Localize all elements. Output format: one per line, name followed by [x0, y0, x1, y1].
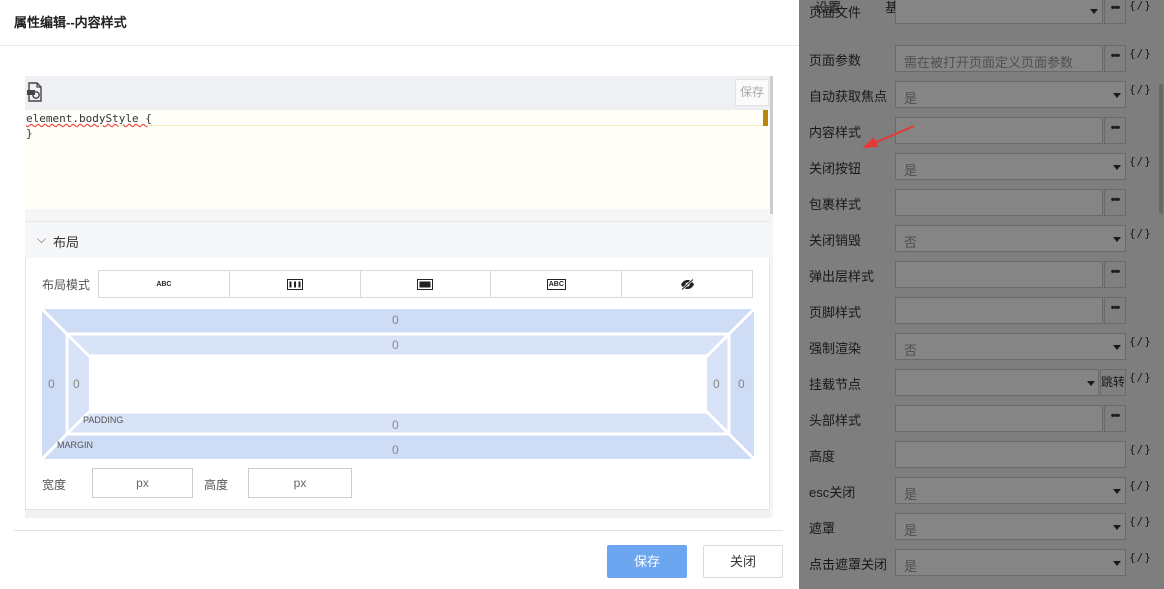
code-editor[interactable]: element.bodyStyle { }: [25, 109, 770, 209]
layout-section-header[interactable]: ⌵ 布局: [25, 221, 770, 258]
css-file-icon[interactable]: [27, 82, 43, 102]
padding-right-value[interactable]: 0: [713, 377, 720, 391]
mode-columns-button[interactable]: [230, 271, 361, 297]
layout-mode-label: 布局模式: [42, 278, 91, 292]
layout-mode-group: ABC ABC: [98, 270, 753, 298]
close-button[interactable]: 关闭: [703, 545, 783, 578]
code-line-1: element.bodyStyle {: [26, 112, 152, 125]
next-section-edge: [25, 509, 770, 518]
mode-inline-block-button[interactable]: ABC: [491, 271, 623, 297]
editor-toolbar: 保存: [25, 76, 773, 109]
mode-inline-button[interactable]: ABC: [99, 271, 230, 297]
box-model-diagram: [42, 309, 754, 459]
inline-mode-icon: ABC: [156, 280, 172, 288]
modal-overlay: [799, 0, 1164, 589]
height-input[interactable]: px: [248, 468, 352, 498]
width-label: 宽度: [42, 478, 67, 492]
columns-mode-icon: [286, 278, 303, 290]
width-input[interactable]: px: [92, 468, 193, 498]
margin-label: MARGIN: [57, 440, 93, 450]
title-divider: [0, 45, 799, 46]
layout-section-body: 布局模式 ABC ABC 0 0 0 0 0 0 0 0 PADDING MAR…: [25, 258, 770, 518]
editor-cursor: [763, 110, 768, 126]
inline-block-mode-icon: ABC: [546, 278, 566, 290]
block-mode-icon: [417, 278, 434, 290]
active-line-highlight: [25, 125, 763, 126]
padding-left-value[interactable]: 0: [73, 377, 80, 391]
layout-section-title: 布局: [53, 235, 80, 250]
property-edit-dialog: 属性编辑--内容样式 保存 element.bodyStyle { } ⌵ 布局…: [0, 0, 799, 589]
dialog-title: 属性编辑--内容样式: [14, 15, 127, 30]
padding-bottom-value[interactable]: 0: [392, 418, 399, 432]
margin-right-value[interactable]: 0: [738, 377, 745, 391]
height-label: 高度: [204, 478, 229, 492]
code-line-2: }: [26, 127, 33, 140]
chevron-down-icon: ⌵: [37, 232, 47, 246]
footer-divider: [14, 530, 783, 531]
mode-hidden-button[interactable]: [622, 271, 752, 297]
padding-top-value[interactable]: 0: [392, 338, 399, 352]
margin-left-value[interactable]: 0: [48, 377, 55, 391]
box-model-editor: 0 0 0 0 0 0 0 0 PADDING MARGIN: [42, 309, 754, 459]
hidden-eye-icon: [680, 278, 694, 290]
editor-save-button[interactable]: 保存: [735, 79, 769, 106]
save-button[interactable]: 保存: [607, 545, 687, 578]
padding-label: PADDING: [83, 415, 124, 425]
margin-top-value[interactable]: 0: [392, 313, 399, 327]
annotation-arrow-icon: [862, 125, 915, 148]
editor-scrollbar[interactable]: [770, 76, 773, 214]
mode-block-button[interactable]: [361, 271, 492, 297]
margin-bottom-value[interactable]: 0: [392, 443, 399, 457]
style-editor: 保存 element.bodyStyle { } ⌵ 布局 布局模式 ABC A…: [25, 76, 773, 518]
